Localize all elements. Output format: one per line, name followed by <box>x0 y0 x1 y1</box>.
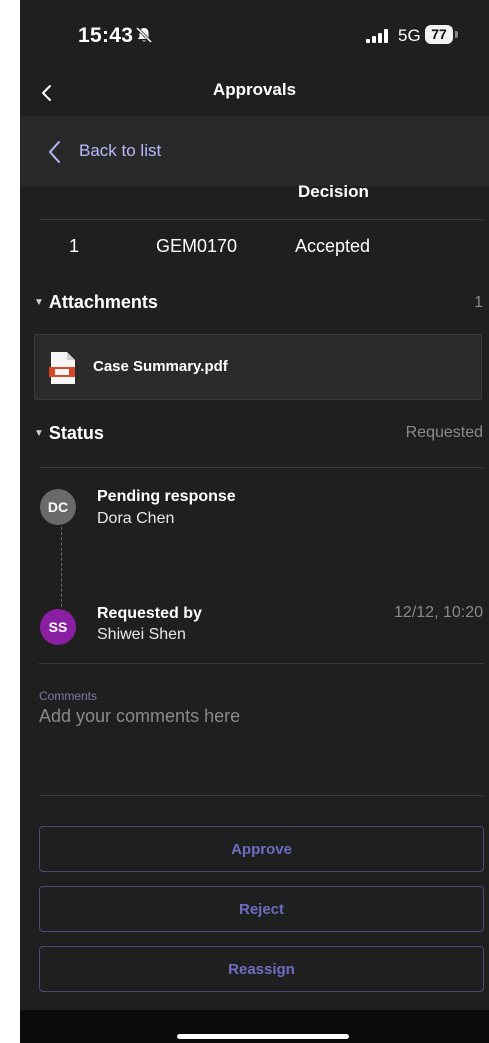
battery-icon: 77 <box>425 25 453 44</box>
attachments-count: 1 <box>474 294 483 311</box>
table-cell-id: GEM0170 <box>156 236 238 256</box>
table-header-decision: Decision <box>298 182 369 201</box>
table-cell-decision: Accepted <box>295 236 371 256</box>
signal-bars-icon <box>366 29 388 43</box>
table-cell-number: 1 <box>69 236 80 256</box>
approve-button[interactable]: Approve <box>39 826 484 872</box>
status-bar: 15:43 5G 77 <box>20 0 489 70</box>
status-entry-name: Dora Chen <box>97 510 175 527</box>
caret-down-icon: ▼ <box>34 428 44 439</box>
status-entry-name: Shiwei Shen <box>97 626 186 643</box>
divider <box>39 467 483 468</box>
status-value: Requested <box>405 424 483 441</box>
back-to-list-bar[interactable]: Back to list <box>20 116 489 186</box>
chevron-left-icon[interactable] <box>46 140 64 164</box>
status-entry-title: Requested by <box>97 605 202 622</box>
avatar: SS <box>40 609 76 645</box>
status-section-toggle[interactable]: ▼ Status <box>34 423 104 444</box>
bottom-bar <box>20 1010 489 1043</box>
attachments-section-toggle[interactable]: ▼ Attachments <box>34 292 158 313</box>
status-time: 15:43 <box>78 24 134 47</box>
attachment-item[interactable]: Case Summary.pdf <box>34 334 482 400</box>
timeline-connector <box>61 527 62 607</box>
phone-screen: 15:43 5G 77 Approvals Back to list Decis <box>20 0 489 1043</box>
attachment-name: Case Summary.pdf <box>93 358 228 375</box>
network-type: 5G <box>398 26 421 45</box>
home-indicator[interactable] <box>177 1034 349 1039</box>
battery-cap <box>455 31 458 38</box>
pdf-file-icon <box>49 352 75 384</box>
status-entry-title: Pending response <box>97 488 236 505</box>
attachments-title: Attachments <box>48 292 158 312</box>
avatar: DC <box>40 489 76 525</box>
comments-input[interactable] <box>39 706 479 786</box>
title-bar: Approvals <box>20 70 489 116</box>
bell-slash-icon <box>135 26 153 44</box>
status-entry-time: 12/12, 10:20 <box>394 604 483 621</box>
back-to-list-link[interactable]: Back to list <box>79 141 161 161</box>
divider <box>39 663 483 664</box>
divider <box>39 795 483 796</box>
status-title: Status <box>48 423 104 443</box>
comments-label: Comments <box>39 689 98 703</box>
divider <box>39 219 483 220</box>
reassign-button[interactable]: Reassign <box>39 946 484 992</box>
page-title: Approvals <box>212 80 297 99</box>
caret-down-icon: ▼ <box>34 297 44 308</box>
reject-button[interactable]: Reject <box>39 886 484 932</box>
